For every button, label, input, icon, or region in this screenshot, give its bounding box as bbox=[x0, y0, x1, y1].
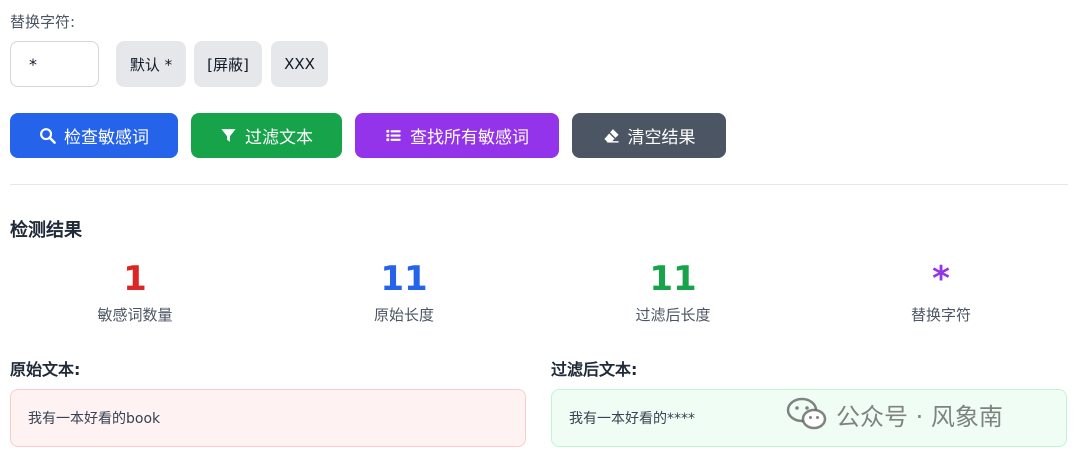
preset-default-button[interactable]: 默认 * bbox=[116, 41, 186, 87]
filter-text-button[interactable]: 过滤文本 bbox=[191, 113, 342, 158]
find-all-button-label: 查找所有敏感词 bbox=[410, 128, 529, 148]
preset-blocked-button[interactable]: [屏蔽] bbox=[194, 41, 262, 87]
stat-label: 原始长度 bbox=[373, 306, 434, 324]
original-text: 我有一本好看的book bbox=[28, 411, 161, 427]
find-all-sensitive-words-button[interactable]: 查找所有敏感词 bbox=[355, 113, 559, 158]
eraser-icon bbox=[603, 127, 620, 144]
original-text-title: 原始文本: bbox=[10, 360, 81, 379]
stat-value: * bbox=[932, 259, 950, 299]
filtered-text: 我有一本好看的**** bbox=[569, 411, 695, 427]
stat-label: 替换字符 bbox=[910, 306, 971, 324]
wechat-icon bbox=[786, 396, 828, 432]
clear-button-label: 清空结果 bbox=[627, 128, 696, 148]
stat-sensitive-count: 1 敏感词数量 bbox=[5, 258, 265, 325]
clear-results-button[interactable]: 清空结果 bbox=[572, 113, 726, 158]
check-sensitive-words-button[interactable]: 检查敏感词 bbox=[10, 113, 178, 158]
replace-char-label: 替换字符: bbox=[10, 13, 76, 31]
list-icon bbox=[385, 127, 402, 144]
filter-icon bbox=[220, 127, 237, 144]
stat-original-length: 11 原始长度 bbox=[274, 258, 534, 325]
search-icon bbox=[39, 127, 56, 144]
stat-value: 11 bbox=[649, 259, 697, 299]
watermark: 公众号 · 风象南 bbox=[786, 396, 1003, 432]
section-divider bbox=[10, 184, 1068, 185]
stat-label: 敏感词数量 bbox=[97, 306, 173, 324]
stat-label: 过滤后长度 bbox=[635, 306, 711, 324]
stat-filtered-length: 11 过滤后长度 bbox=[543, 258, 803, 325]
original-text-box: 我有一本好看的book bbox=[10, 389, 526, 447]
watermark-text: 公众号 · 风象南 bbox=[836, 402, 1003, 431]
replace-char-input[interactable] bbox=[10, 41, 99, 87]
stat-replace-char: * 替换字符 bbox=[811, 258, 1071, 325]
check-button-label: 检查敏感词 bbox=[64, 128, 149, 148]
stat-value: 1 bbox=[123, 259, 147, 299]
filter-button-label: 过滤文本 bbox=[245, 128, 313, 148]
preset-xxx-button[interactable]: XXX bbox=[271, 41, 328, 87]
filtered-text-title: 过滤后文本: bbox=[551, 360, 638, 379]
stat-value: 11 bbox=[380, 259, 428, 299]
results-title: 检测结果 bbox=[10, 220, 82, 241]
